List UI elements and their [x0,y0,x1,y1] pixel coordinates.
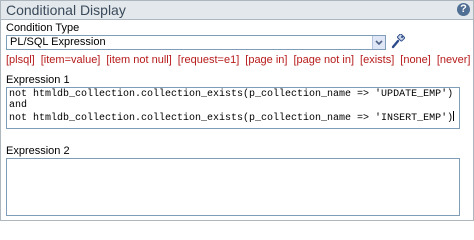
help-icon[interactable]: ? [457,3,470,16]
expression1-line: and [9,100,28,111]
expression1-textarea[interactable]: not htmldb_collection.collection_exists(… [6,87,460,129]
expression2-label: Expression 2 [6,145,70,157]
expression2-textarea[interactable] [6,158,460,216]
shortcut-none[interactable]: [none] [400,54,431,66]
shortcut-item-not-null[interactable]: [item not null] [106,54,171,66]
panel-title: Conditional Display [6,2,126,18]
shortcut-exists[interactable]: [exists] [360,54,394,66]
shortcut-page-in[interactable]: [page in] [245,54,287,66]
expression1-line: not htmldb_collection.collection_exists(… [9,89,454,100]
shortcut-request-e1[interactable]: [request=e1] [178,54,239,66]
panel-header: Conditional Display ? [1,1,473,20]
condition-shortcuts: [plsql] [item=value] [item not null] [reque… [6,54,474,67]
expression1-label: Expression 1 [6,74,70,86]
shortcut-item-value[interactable]: [item=value] [41,54,101,66]
shortcut-page-not-in[interactable]: [page not in] [293,54,354,66]
conditional-display-panel: Conditional Display ? Condition Type PL/… [0,0,474,221]
shortcut-never[interactable]: [never] [437,54,471,66]
condition-type-selected-value: PL/SQL Expression [10,36,106,48]
flashlight-icon[interactable] [391,33,405,50]
shortcut-plsql[interactable]: [plsql] [6,54,35,66]
chevron-down-icon[interactable] [372,36,385,49]
condition-type-select[interactable]: PL/SQL Expression [6,35,386,50]
expression1-line: not htmldb_collection.collection_exists(… [9,113,454,124]
condition-type-label: Condition Type [6,22,80,34]
text-caret [453,111,455,121]
